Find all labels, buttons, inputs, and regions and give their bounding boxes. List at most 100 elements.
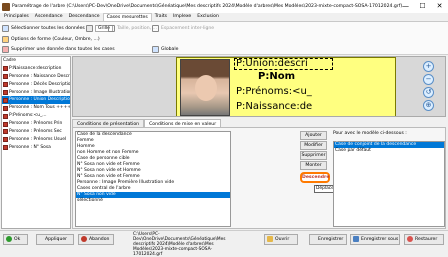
preview-canvas[interactable]: P:Union:descri P:Nom P:Prénoms:<u_ P:Nai… bbox=[72, 56, 446, 117]
global-label: Globale bbox=[161, 46, 179, 52]
apply-label: Appliquer bbox=[45, 237, 68, 242]
tree-item-label: Personne : N° Sosa bbox=[9, 144, 51, 150]
field-icon bbox=[3, 113, 8, 119]
model-item[interactable]: Case par défaut bbox=[334, 148, 444, 154]
restore-icon bbox=[407, 236, 413, 242]
folder-icon bbox=[267, 236, 273, 242]
tree-item-label: P:Prénoms:<u_... bbox=[9, 113, 47, 119]
element-tree[interactable]: Cadre P:Naissance:description Personne : N… bbox=[1, 56, 71, 229]
save-icon bbox=[353, 236, 359, 242]
move-down-button[interactable]: Descendre bbox=[300, 172, 330, 183]
tab-ascendance[interactable]: Ascendance bbox=[32, 13, 66, 21]
cancel-button[interactable]: Abandon bbox=[78, 234, 114, 245]
menu-tabs: Principales Ascendance Descendance Cases… bbox=[0, 13, 448, 22]
tree-item-label: Personne : Naissance Description bbox=[9, 73, 70, 79]
prenoms-field: P:Prénoms:<u_ bbox=[236, 86, 312, 97]
add-button[interactable]: Ajouter bbox=[300, 131, 327, 140]
tree-item[interactable]: Personne : Union Description bbox=[2, 96, 70, 105]
naissance-field: P:Naissance:de bbox=[236, 101, 313, 112]
modify-button[interactable]: Modifier bbox=[300, 141, 327, 150]
spacing-label: Espacement inter-ligne bbox=[161, 25, 215, 31]
tree-item[interactable]: P:Naissance:description bbox=[2, 65, 70, 73]
delete-icon bbox=[2, 45, 9, 53]
size-position-button[interactable]: Taille, position, ... bbox=[108, 23, 157, 33]
union-field: P:Union:descri bbox=[236, 58, 308, 69]
models-list[interactable]: Case de conjoint de la descendance Case p… bbox=[333, 141, 445, 227]
field-icon bbox=[3, 97, 8, 103]
close-button[interactable]: ✕ bbox=[431, 0, 448, 13]
tab-cases-mesurettes[interactable]: Cases mesurettes bbox=[102, 13, 152, 21]
field-icon bbox=[3, 90, 8, 95]
tree-item-label: Cadre bbox=[3, 58, 16, 63]
cancel-label: Abandon bbox=[89, 237, 110, 242]
tree-item[interactable]: Personne : Prénoms Prin bbox=[2, 120, 70, 128]
ok-button[interactable]: Ok bbox=[3, 234, 28, 245]
check-icon bbox=[6, 236, 12, 242]
tree-item[interactable]: Cadre bbox=[2, 57, 70, 65]
spacing-icon bbox=[152, 24, 159, 32]
palette-icon bbox=[2, 35, 9, 43]
condition-item[interactable]: sélectionné bbox=[76, 198, 230, 204]
shape-options-button[interactable]: Options de forme (Couleur, Ombre, ...) bbox=[2, 34, 100, 44]
grid-icon bbox=[86, 24, 93, 32]
tree-item[interactable]: Personne : N° Sosa bbox=[2, 144, 70, 152]
select-all-button[interactable]: Sélectionner toutes les données bbox=[2, 23, 85, 33]
save-as-label: Enregistrer sous bbox=[361, 237, 399, 242]
conditions-panel: Case de la descendance Femme Homme non Homm… bbox=[72, 127, 446, 229]
open-label: Ouvrir bbox=[275, 237, 290, 242]
field-icon bbox=[3, 129, 8, 135]
select-icon bbox=[2, 24, 9, 32]
global-icon bbox=[152, 45, 159, 53]
tree-item-label: P:Naissance:description bbox=[9, 65, 62, 71]
tab-exclusion[interactable]: Exclusion bbox=[194, 13, 222, 21]
open-button[interactable]: Ouvrir bbox=[264, 234, 298, 245]
delete-all-button[interactable]: Supprimer une donnée dans toutes les cas… bbox=[2, 44, 115, 54]
ribbon: Sélectionner toutes les données Grille T… bbox=[0, 22, 448, 55]
tree-item[interactable]: Personne : Image Illustration bbox=[2, 89, 70, 97]
spacing-button[interactable]: Espacement inter-ligne bbox=[152, 23, 214, 33]
move-up-button[interactable]: Monter bbox=[300, 161, 327, 170]
app-icon bbox=[2, 2, 10, 11]
minimize-button[interactable]: — bbox=[397, 0, 414, 13]
size-icon bbox=[108, 24, 115, 32]
restore-button[interactable]: Restaurer bbox=[404, 234, 444, 245]
global-button[interactable]: Globale bbox=[152, 44, 178, 54]
delete-button[interactable]: Supprimer bbox=[300, 151, 327, 160]
field-icon bbox=[3, 105, 8, 111]
reset-zoom-icon[interactable]: ↺ bbox=[423, 87, 434, 98]
field-icon bbox=[3, 66, 8, 72]
field-icon bbox=[3, 74, 8, 80]
tree-item-label: Personne : Prénoms Usuel bbox=[9, 136, 67, 142]
tree-item[interactable]: Personne : Prénoms Usuel bbox=[2, 136, 70, 144]
tab-principales[interactable]: Principales bbox=[1, 13, 32, 21]
cancel-icon bbox=[81, 236, 87, 242]
field-icon bbox=[3, 137, 8, 143]
fit-icon[interactable]: ⊕ bbox=[423, 100, 434, 111]
delete-all-label: Supprimer une donnée dans toutes les cas… bbox=[11, 46, 115, 52]
tree-item[interactable]: Personne : Prénoms Sec bbox=[2, 128, 70, 136]
ok-label: Ok bbox=[14, 237, 21, 242]
photo-face bbox=[195, 75, 217, 101]
tree-item[interactable]: Personne : Décès Description bbox=[2, 81, 70, 89]
tree-item[interactable]: Personne : Naissance Description bbox=[2, 73, 70, 81]
model-path: C:\Users\PC-Dev\OneDrive\Documents\Généa… bbox=[133, 232, 226, 257]
models-label: Pour avec le modèle ci-dessous : bbox=[333, 131, 407, 136]
tab-implexe[interactable]: Implexe bbox=[170, 13, 194, 21]
person-photo[interactable] bbox=[180, 59, 230, 116]
conditions-list[interactable]: Case de la descendance Femme Homme non Homm… bbox=[75, 131, 231, 227]
tab-traits[interactable]: Traits bbox=[152, 13, 170, 21]
apply-button[interactable]: Appliquer bbox=[36, 234, 74, 245]
save-button[interactable]: Enregistrer bbox=[309, 234, 347, 245]
save-as-button[interactable]: Enregistrer sous bbox=[350, 234, 400, 245]
zoom-out-icon[interactable]: − bbox=[423, 74, 434, 85]
field-icon bbox=[3, 145, 8, 151]
maximize-button[interactable]: ☐ bbox=[414, 0, 431, 13]
zoom-in-icon[interactable]: + bbox=[423, 61, 434, 72]
select-all-label: Sélectionner toutes les données bbox=[11, 25, 85, 31]
save-label: Enregistrer bbox=[318, 237, 344, 242]
tree-item[interactable]: P:Prénoms:<u_... bbox=[2, 112, 70, 120]
tree-item[interactable]: Personne : Nom Tous +++++ bbox=[2, 104, 70, 112]
tab-descendance[interactable]: Descendance bbox=[66, 13, 103, 21]
field-icon bbox=[3, 121, 8, 127]
zoom-controls: + − ↺ ⊕ bbox=[423, 61, 435, 115]
